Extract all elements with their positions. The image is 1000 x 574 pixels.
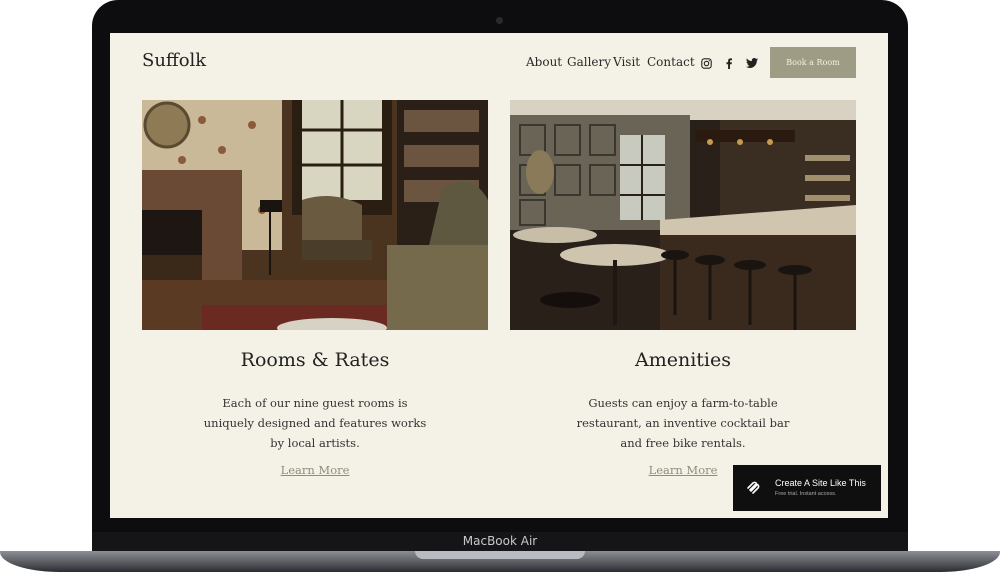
create-site-badge[interactable]: Create A Site Like This Free trial. Inst… bbox=[733, 465, 881, 511]
laptop-chin: MacBook Air bbox=[92, 532, 908, 552]
amenities-learn-more-link[interactable]: Learn More bbox=[649, 463, 718, 477]
amenities-description: Guests can enjoy a farm-to-table restaur… bbox=[576, 396, 790, 450]
laptop-notch bbox=[415, 551, 585, 559]
rooms-title: Rooms & Rates bbox=[240, 349, 390, 371]
badge-title: Create A Site Like This bbox=[775, 478, 866, 488]
badge-subtitle: Free trial. Instant access. bbox=[775, 491, 837, 497]
amenities-section: Amenities Guests can enjoy a farm-to-tab… bbox=[510, 349, 856, 478]
camera-icon bbox=[496, 17, 503, 24]
nav-gallery[interactable]: Gallery bbox=[567, 55, 611, 69]
rooms-photo[interactable] bbox=[142, 100, 488, 330]
facebook-icon[interactable] bbox=[722, 56, 736, 70]
website-screen: Suffolk About Gallery Visit Contact Book… bbox=[110, 33, 888, 518]
nav-visit[interactable]: Visit bbox=[613, 55, 640, 69]
rooms-section: Rooms & Rates Each of our nine guest roo… bbox=[142, 349, 488, 478]
squarespace-logo-icon bbox=[745, 480, 761, 500]
instagram-icon[interactable] bbox=[699, 56, 713, 70]
nav-contact[interactable]: Contact bbox=[647, 55, 695, 69]
rooms-description: Each of our nine guest rooms is uniquely… bbox=[203, 396, 427, 450]
device-label: MacBook Air bbox=[462, 534, 538, 548]
twitter-icon[interactable] bbox=[745, 56, 759, 70]
nav-about[interactable]: About bbox=[526, 55, 562, 69]
book-room-button[interactable]: Book a Room bbox=[770, 47, 856, 78]
site-logo[interactable]: Suffolk bbox=[142, 50, 206, 71]
amenities-photo[interactable] bbox=[510, 100, 856, 330]
rooms-learn-more-link[interactable]: Learn More bbox=[281, 463, 350, 477]
amenities-title: Amenities bbox=[634, 349, 731, 371]
